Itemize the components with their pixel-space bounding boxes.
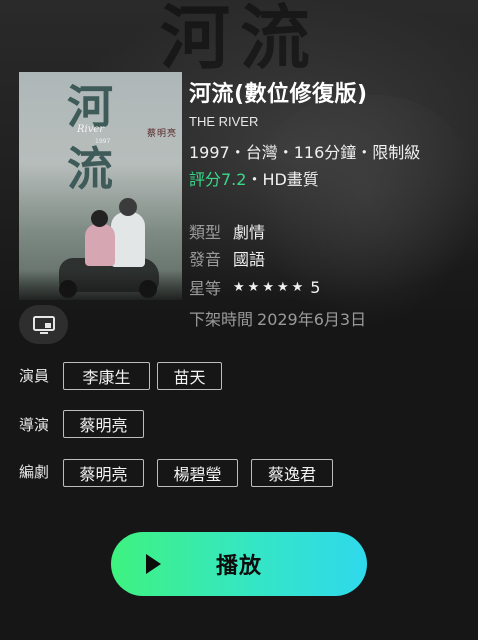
expire-value: 2029年6月3日 — [257, 310, 367, 329]
genre-row: 類型 劇情 — [189, 219, 265, 243]
writer-chip[interactable]: 蔡逸君 — [251, 459, 333, 487]
writer-label: 編劇 — [19, 463, 50, 481]
star-count: 5 — [310, 277, 321, 297]
play-button[interactable]: 播放 — [111, 532, 367, 596]
director-chip[interactable]: 蔡明亮 — [63, 410, 144, 438]
poster-rider-back-head — [119, 198, 137, 216]
star-icon: ★ — [276, 279, 289, 295]
poster-rider-back — [111, 212, 145, 267]
poster-rider-front — [85, 224, 115, 266]
poster-rider-front-head — [91, 210, 108, 227]
stars-label: 星等 — [189, 279, 222, 298]
rating-line: 評分7.2・HD畫質 — [189, 166, 319, 190]
cast-chip[interactable]: 苗天 — [157, 362, 222, 390]
director-label: 導演 — [19, 416, 50, 434]
writer-chip[interactable]: 楊碧瑩 — [157, 459, 238, 487]
star-icon: ★ — [262, 279, 274, 295]
star-rating: ★ ★ ★ ★ ★ 5 — [233, 278, 320, 297]
movie-poster: 河 River 1997 蔡明亮 流 — [19, 72, 182, 300]
movie-title: 河流(數位修復版) — [189, 82, 368, 107]
expire-label: 下架時間 — [189, 310, 254, 329]
poster-title-char: 流 — [67, 142, 113, 196]
movie-english-title: THE RIVER — [189, 114, 259, 129]
audio-value: 國語 — [233, 250, 266, 269]
poster-director: 蔡明亮 — [147, 129, 178, 139]
star-rating-row: 星等 ★ ★ ★ ★ ★ 5 — [189, 275, 320, 299]
screen-cast-icon — [32, 315, 55, 334]
poster-fade — [19, 270, 182, 300]
cast-chip[interactable]: 李康生 — [63, 362, 150, 390]
star-icon: ★ — [291, 279, 304, 295]
star-icon: ★ — [233, 279, 245, 295]
backdrop-title-art: 河流 — [160, 0, 320, 79]
cast-to-screen-button[interactable] — [19, 305, 68, 344]
quality-badge: ・HD畫質 — [246, 170, 319, 189]
star-icon: ★ — [247, 279, 260, 295]
audio-label: 發音 — [189, 250, 222, 269]
play-label: 播放 — [215, 554, 262, 579]
genre-label: 類型 — [189, 223, 222, 242]
writer-chip[interactable]: 蔡明亮 — [63, 459, 144, 487]
rating-score: 評分7.2 — [189, 170, 247, 189]
poster-english-title: River — [77, 124, 105, 135]
genre-value: 劇情 — [233, 223, 266, 242]
cast-label: 演員 — [19, 367, 50, 385]
audio-row: 發音 國語 — [189, 246, 265, 270]
movie-meta: 1997・台灣・116分鐘・限制級 — [189, 143, 421, 162]
expire-row: 下架時間 2029年6月3日 — [189, 306, 366, 330]
